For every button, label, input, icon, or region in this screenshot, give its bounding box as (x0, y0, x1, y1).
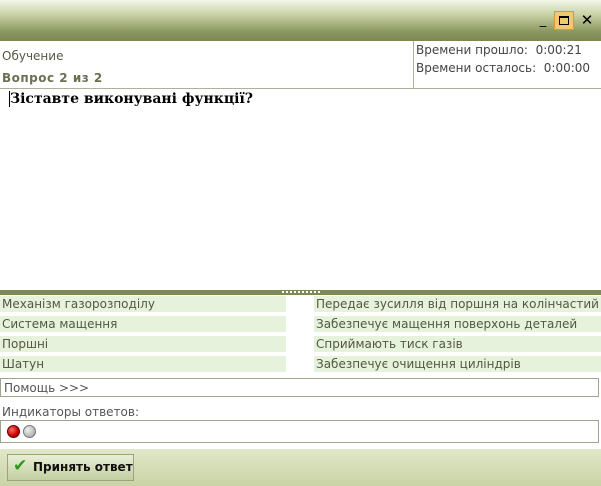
question-counter: Вопрос 2 из 2 (2, 71, 103, 85)
bottom-bar: ✔ Принять ответ (0, 449, 601, 486)
checkmark-icon: ✔ (13, 456, 28, 476)
remaining-time: Времени осталось: 0:00:00 (416, 61, 591, 75)
mode-label: Обучение (2, 49, 64, 63)
answer-indicator-unanswered-icon[interactable] (23, 425, 36, 438)
match-left-item[interactable]: Механізм газорозподілу (0, 296, 286, 312)
timer-panel: Времени прошло: 0:00:21 Времени осталось… (413, 41, 601, 88)
info-bar: Обучение Вопрос 2 из 2 Времени прошло: 0… (0, 41, 601, 89)
indicators-panel (0, 420, 599, 443)
match-left-item[interactable]: Шатун (0, 356, 286, 372)
maximize-icon (559, 16, 569, 25)
close-button[interactable]: ✕ (577, 11, 597, 30)
matching-panel: Механізм газорозподілу Передає зусилля в… (0, 296, 601, 376)
grip-icon (282, 291, 320, 295)
title-bar: _ ✕ (0, 0, 601, 41)
match-left-item[interactable]: Система мащення (0, 316, 286, 332)
accept-answer-button[interactable]: ✔ Принять ответ (7, 454, 134, 481)
maximize-button[interactable] (554, 11, 574, 30)
help-toggle[interactable]: Помощь >>> (0, 378, 599, 397)
indicators-label: Индикаторы ответов: (2, 405, 139, 419)
match-row: Поршні Сприймають тиск газів (0, 336, 601, 352)
match-left-item[interactable]: Поршні (0, 336, 286, 352)
question-area[interactable]: Зіставте виконувані функції? (0, 88, 601, 290)
match-right-item[interactable]: Сприймають тиск газів (314, 336, 601, 352)
answer-indicator-wrong-icon[interactable] (7, 425, 20, 438)
match-right-item[interactable]: Передає зусилля від поршня на колінчасти… (314, 296, 601, 312)
match-row: Механізм газорозподілу Передає зусилля в… (0, 296, 601, 312)
splitter-handle[interactable] (0, 290, 601, 295)
match-row: Шатун Забезпечує очищення циліндрів (0, 356, 601, 372)
question-text: Зіставте виконувані функції? (10, 91, 254, 107)
match-row: Система мащення Забезпечує мащення повер… (0, 316, 601, 332)
match-right-item[interactable]: Забезпечує мащення поверхонь деталей (314, 316, 601, 332)
elapsed-time: Времени прошло: 0:00:21 (416, 43, 582, 57)
minimize-button[interactable]: _ (533, 11, 553, 30)
accept-answer-label: Принять ответ (33, 460, 133, 474)
match-right-item[interactable]: Забезпечує очищення циліндрів (314, 356, 601, 372)
